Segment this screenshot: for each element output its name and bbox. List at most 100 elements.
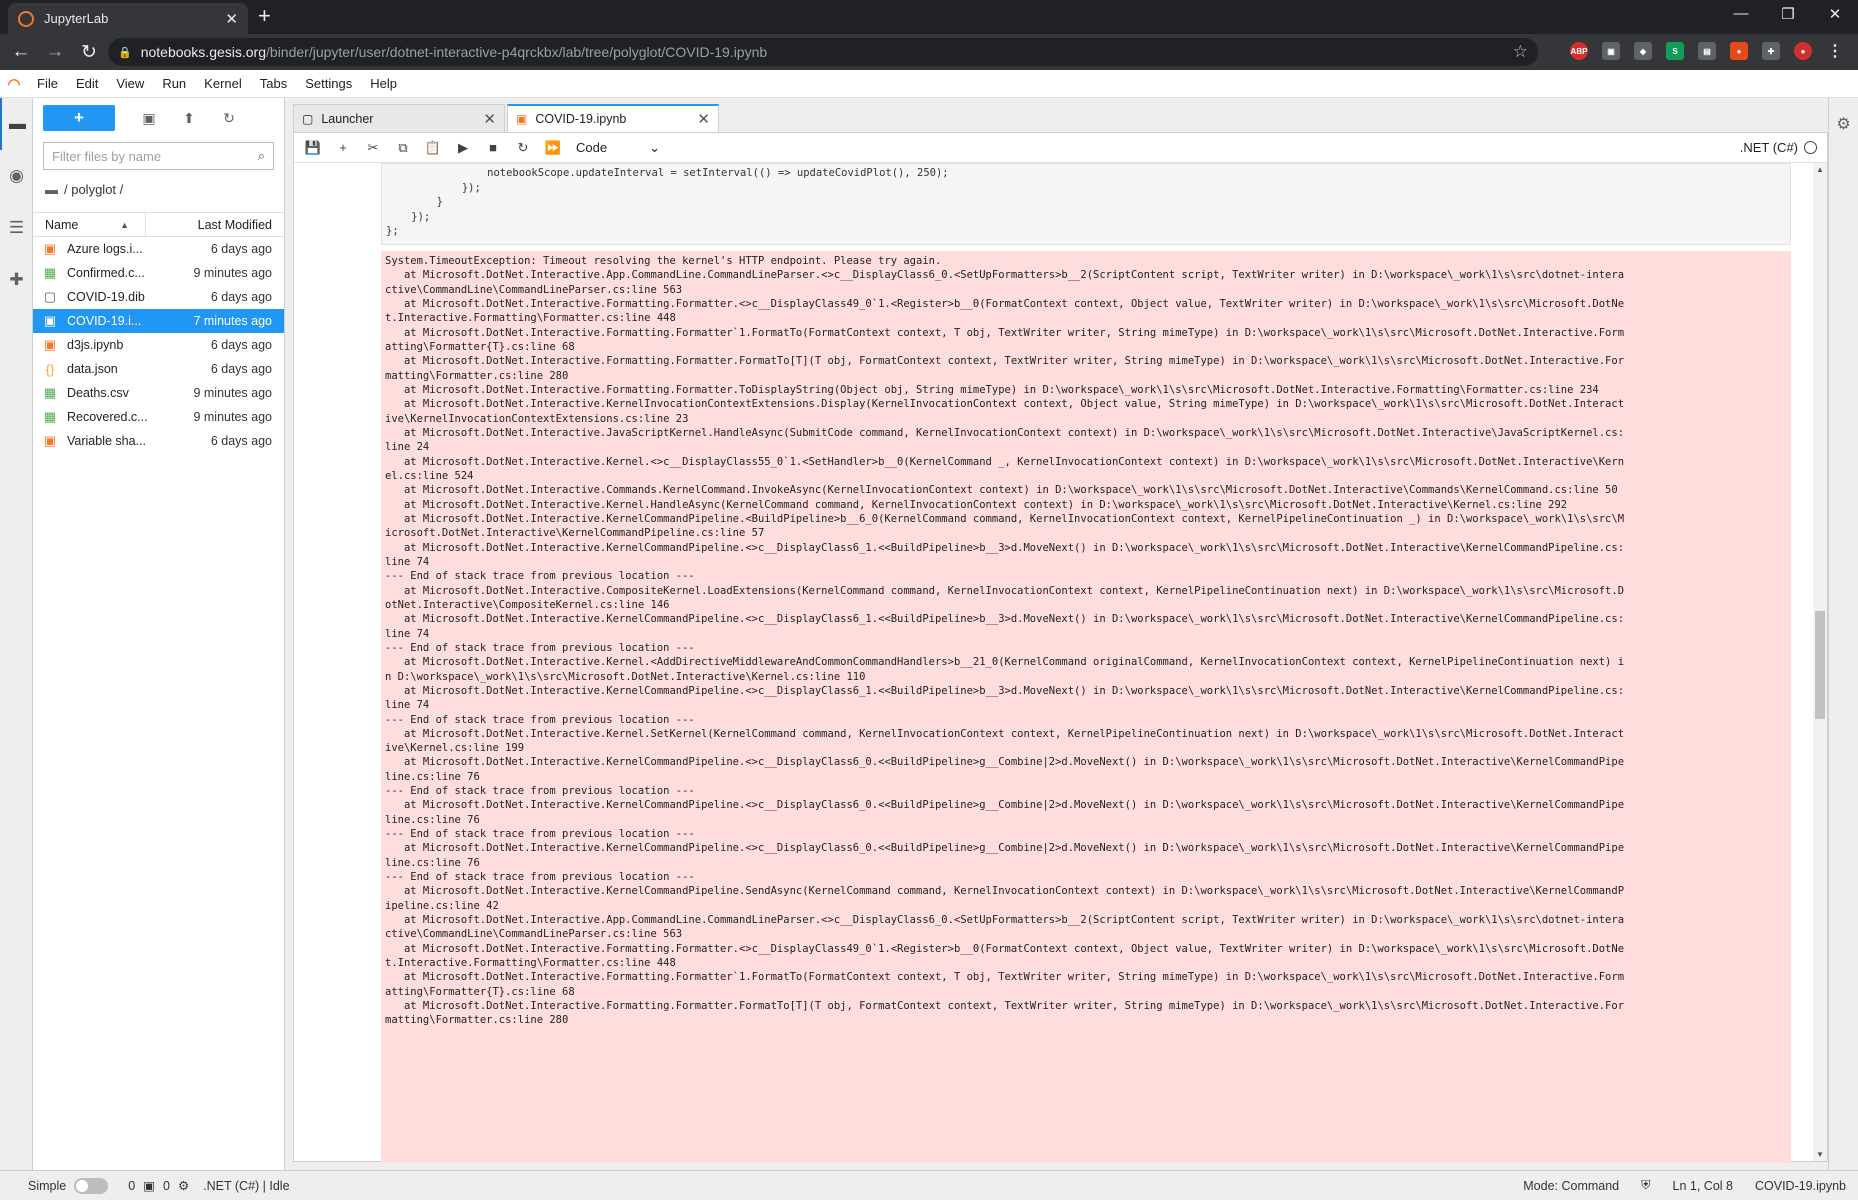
tab-launcher[interactable]: ▢ Launcher ✕	[293, 104, 505, 132]
cell-type-select[interactable]: Code ⌄	[576, 140, 660, 156]
breadcrumb-path[interactable]: / polyglot /	[64, 182, 123, 197]
running-kernels-icon[interactable]: ◉	[0, 150, 33, 202]
fox-extension-icon[interactable]: ●	[1730, 42, 1748, 60]
menu-edit[interactable]: Edit	[67, 76, 107, 91]
scrollbar-thumb[interactable]	[1815, 611, 1825, 719]
traceback-line: at Microsoft.DotNet.Interactive.JavaScri…	[385, 426, 1625, 439]
kernel-gear-icon[interactable]: ⚙	[178, 1178, 189, 1193]
terminal-count: 0	[128, 1178, 136, 1193]
adblock-extension-icon[interactable]: ABP	[1570, 42, 1588, 60]
traceback-line: --- End of stack trace from previous loc…	[385, 713, 695, 726]
new-tab-button[interactable]: +	[258, 4, 271, 28]
file-list-header: Name ▲ Last Modified	[33, 212, 284, 237]
tab-launcher-label: Launcher	[321, 111, 374, 126]
browser-menu-icon[interactable]: ⋮	[1826, 42, 1844, 60]
restart-icon[interactable]: ↻	[508, 140, 538, 156]
file-row[interactable]: ▣ d3js.ipynb 6 days ago	[33, 333, 284, 357]
file-row[interactable]: ▢ COVID-19.dib 6 days ago	[33, 285, 284, 309]
traceback-line: at Microsoft.DotNet.Interactive.App.Comm…	[385, 914, 1625, 927]
profile-avatar-icon[interactable]: ●	[1794, 42, 1812, 60]
close-tab-icon[interactable]: ✕	[225, 10, 238, 28]
scroll-down-icon[interactable]: ▼	[1813, 1150, 1827, 1159]
cut-icon[interactable]: ✂	[358, 140, 388, 156]
traceback-line: n D:\workspace\_work\1\s\src\Microsoft.D…	[385, 670, 866, 683]
kernel-state[interactable]: .NET (C#) | Idle	[203, 1179, 289, 1193]
file-browser: + ▣ ⬆ ↻ ⌕ ▬ / polyglot / Name ▲ Last Mod…	[33, 98, 285, 1170]
new-launcher-button[interactable]: +	[43, 105, 115, 131]
folder-icon[interactable]: ▬	[45, 182, 58, 197]
menu-tabs[interactable]: Tabs	[251, 76, 296, 91]
notebook-scrollbar[interactable]: ▲ ▼	[1813, 163, 1827, 1161]
reload-icon[interactable]: ↻	[72, 41, 106, 64]
scroll-up-icon[interactable]: ▲	[1813, 165, 1827, 174]
menu-file[interactable]: File	[28, 76, 67, 91]
stop-icon[interactable]: ■	[478, 140, 508, 155]
file-row[interactable]: ▣ Azure logs.i... 6 days ago	[33, 237, 284, 261]
file-row[interactable]: ▦ Confirmed.c... 9 minutes ago	[33, 261, 284, 285]
code-cell-input[interactable]: notebookScope.updateInterval = setInterv…	[381, 163, 1791, 245]
window-extension-icon[interactable]: ▤	[1698, 42, 1716, 60]
upload-icon[interactable]: ⬆	[169, 110, 209, 127]
refresh-icon[interactable]: ↻	[209, 110, 249, 127]
traceback-line: t.Interactive.Formatting\Formatter.cs:li…	[385, 957, 676, 970]
file-row[interactable]: ▦ Deaths.csv 9 minutes ago	[33, 381, 284, 405]
minimize-icon[interactable]: —	[1721, 5, 1761, 22]
copy-icon[interactable]: ⧉	[388, 140, 418, 156]
kernel-name[interactable]: .NET (C#)	[1740, 140, 1798, 155]
address-bar[interactable]: 🔒 notebooks.gesis.org /binder/jupyter/us…	[108, 38, 1538, 66]
left-activity-bar: ▬ ◉ ☰ ✚	[0, 98, 33, 1170]
new-folder-icon[interactable]: ▣	[129, 110, 169, 127]
menu-view[interactable]: View	[107, 76, 153, 91]
close-icon[interactable]: ✕	[697, 110, 710, 128]
error-output: System.TimeoutException: Timeout resolvi…	[381, 251, 1791, 1163]
traceback-line: ctive\CommandLine\CommandLineParser.cs:l…	[385, 283, 683, 296]
file-row[interactable]: ▣ COVID-19.i... 7 minutes ago	[33, 309, 284, 333]
restore-icon[interactable]: ❐	[1768, 5, 1808, 23]
mode-indicator[interactable]: Mode: Command	[1523, 1179, 1619, 1193]
spreadsheet-icon: ▦	[43, 385, 57, 400]
extension-icon[interactable]: ▣	[1602, 42, 1620, 60]
insert-cell-icon[interactable]: +	[328, 140, 358, 155]
traceback-line: at Microsoft.DotNet.Interactive.Formatti…	[385, 1000, 1625, 1013]
paste-icon[interactable]: 📋	[418, 140, 448, 156]
cursor-position[interactable]: Ln 1, Col 8	[1673, 1179, 1733, 1193]
property-inspector-gear-icon[interactable]: ⚙	[1829, 114, 1858, 134]
close-icon[interactable]: ✕	[483, 110, 496, 128]
tab-covid-notebook[interactable]: ▣ COVID-19.ipynb ✕	[507, 104, 719, 132]
terminal-icon[interactable]: ▣	[143, 1178, 155, 1193]
table-of-contents-icon[interactable]: ☰	[0, 202, 33, 254]
menu-run[interactable]: Run	[153, 76, 195, 91]
browser-titlebar: JupyterLab ✕ + — ❐ ✕	[0, 0, 1858, 34]
column-name-header[interactable]: Name ▲	[33, 213, 146, 236]
file-row[interactable]: {} data.json 6 days ago	[33, 357, 284, 381]
column-modified-header[interactable]: Last Modified	[146, 218, 284, 232]
back-icon[interactable]: ←	[4, 41, 38, 63]
s-extension-icon[interactable]: S	[1666, 42, 1684, 60]
traceback-line: at Microsoft.DotNet.Interactive.KernelCo…	[385, 799, 1625, 812]
bookmark-star-icon[interactable]: ☆	[1513, 42, 1528, 62]
traceback-line: ctive\CommandLine\CommandLineParser.cs:l…	[385, 928, 683, 941]
extension-manager-icon[interactable]: ✚	[0, 254, 33, 306]
run-icon[interactable]: ▶	[448, 140, 478, 156]
forward-icon[interactable]: →	[38, 41, 72, 63]
close-window-icon[interactable]: ✕	[1815, 5, 1855, 23]
fast-forward-icon[interactable]: ⏩	[538, 140, 568, 156]
trusted-shield-icon[interactable]: ⛨	[1641, 1178, 1650, 1193]
traceback-line: at Microsoft.DotNet.Interactive.Formatti…	[385, 326, 1625, 339]
file-filter-input[interactable]	[52, 148, 258, 164]
dropbox-extension-icon[interactable]: ◆	[1634, 42, 1652, 60]
traceback-line: at Microsoft.DotNet.Interactive.Kernel.<…	[385, 656, 1625, 669]
file-browser-folder-icon[interactable]: ▬	[0, 98, 33, 150]
menu-help[interactable]: Help	[361, 76, 406, 91]
file-row[interactable]: ▦ Recovered.c... 9 minutes ago	[33, 405, 284, 429]
puzzle-extension-icon[interactable]: ✚	[1762, 42, 1780, 60]
save-icon[interactable]: 💾	[298, 140, 328, 156]
menu-kernel[interactable]: Kernel	[195, 76, 251, 91]
simple-mode-toggle[interactable]	[74, 1177, 109, 1194]
url-path: /binder/jupyter/user/dotnet-interactive-…	[266, 44, 768, 60]
code-line: };	[386, 225, 399, 237]
browser-tab[interactable]: JupyterLab ✕	[8, 3, 248, 34]
file-row[interactable]: ▣ Variable sha... 6 days ago	[33, 429, 284, 453]
traceback-line: System.TimeoutException: Timeout resolvi…	[385, 255, 942, 267]
menu-settings[interactable]: Settings	[296, 76, 361, 91]
